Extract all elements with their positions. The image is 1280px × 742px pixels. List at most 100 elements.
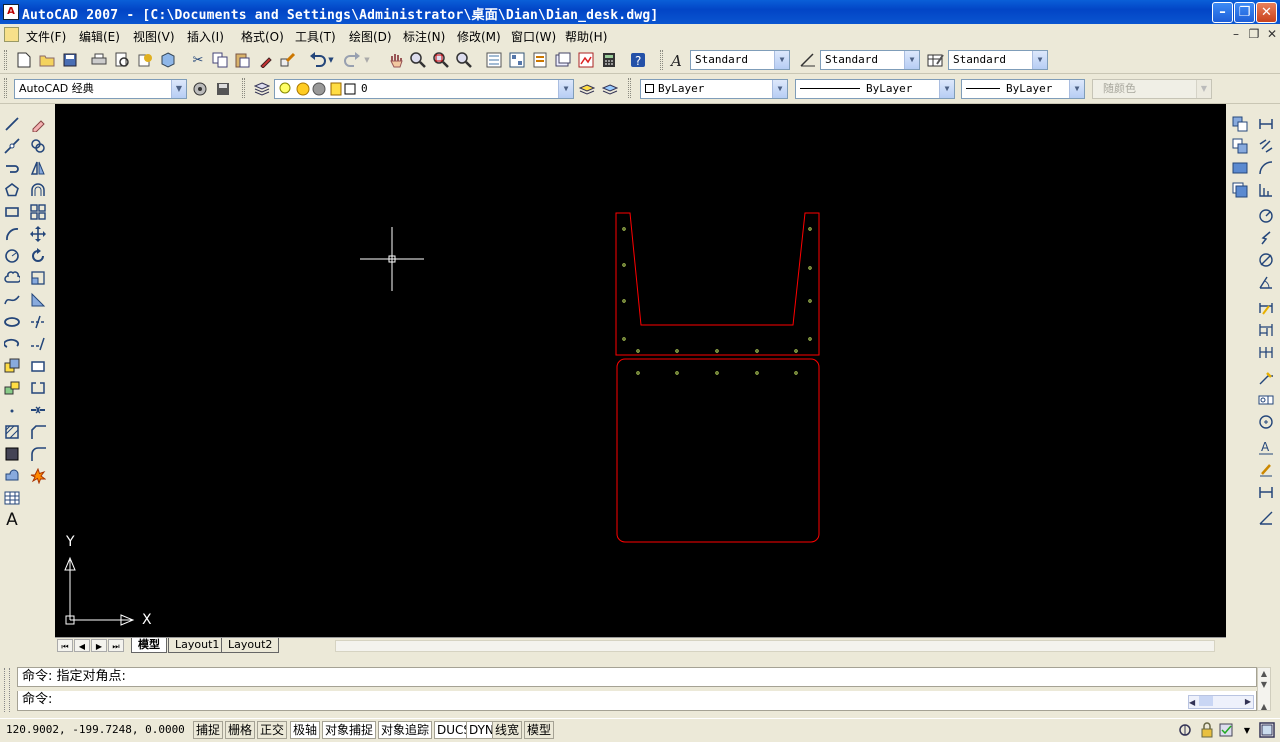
chevron-down-icon[interactable]: ▼ <box>558 80 573 98</box>
break-at-point-icon[interactable] <box>27 356 49 376</box>
annotation-icon[interactable] <box>1218 722 1236 738</box>
plot-icon[interactable] <box>89 50 109 70</box>
markup-icon[interactable] <box>576 50 596 70</box>
first-tab-icon[interactable]: ⏮ <box>57 639 73 652</box>
pan-icon[interactable] <box>386 50 406 70</box>
layer-manager-icon[interactable] <box>252 79 272 99</box>
tolerance-icon[interactable] <box>1255 390 1277 410</box>
menu-insert[interactable]: 插入(I) <box>187 28 224 45</box>
quick-dim-icon[interactable] <box>1255 298 1277 318</box>
bring-above-icon[interactable] <box>1229 158 1251 178</box>
make-object-layer-current-icon[interactable] <box>577 79 597 99</box>
plot-preview-icon[interactable] <box>112 50 132 70</box>
dim-style-icon[interactable] <box>798 50 818 70</box>
center-mark-icon[interactable] <box>1255 412 1277 432</box>
copy-object-icon[interactable] <box>27 136 49 156</box>
dim-style-select[interactable]: Standard ▼ <box>820 50 920 70</box>
multiline-text-icon[interactable]: A <box>1 510 23 530</box>
region-icon[interactable] <box>1 466 23 486</box>
restore-button[interactable]: ❐ <box>1234 2 1255 23</box>
diameter-dim-icon[interactable] <box>1255 250 1277 270</box>
chevron-down-icon[interactable]: ▼ <box>774 51 789 69</box>
match-properties-icon[interactable] <box>256 50 276 70</box>
sheet-set-icon[interactable] <box>553 50 573 70</box>
baseline-dim-icon[interactable] <box>1255 320 1277 340</box>
layer-previous-icon[interactable] <box>600 79 620 99</box>
insert-block-icon[interactable] <box>1 356 23 376</box>
horizontal-scrollbar[interactable] <box>335 640 1215 652</box>
send-to-back-icon[interactable] <box>1229 136 1251 156</box>
point-icon[interactable] <box>1 400 23 420</box>
zoom-window-icon[interactable] <box>431 50 451 70</box>
toolbar-grip[interactable] <box>628 78 631 98</box>
trim-icon[interactable] <box>27 312 49 332</box>
menu-modify[interactable]: 修改(M) <box>457 28 501 45</box>
document-icon[interactable] <box>4 27 19 42</box>
grid-toggle[interactable]: 栅格 <box>225 721 256 739</box>
continue-dim-icon[interactable] <box>1255 342 1277 362</box>
bring-to-front-icon[interactable] <box>1229 114 1251 134</box>
move-icon[interactable] <box>27 224 49 244</box>
text-style-icon[interactable]: A <box>668 50 688 70</box>
design-center-icon[interactable] <box>507 50 527 70</box>
drawing-canvas[interactable]: Y X <box>55 104 1226 637</box>
mirror-icon[interactable] <box>27 158 49 178</box>
workspace-save-icon[interactable] <box>213 79 233 99</box>
previous-tab-icon[interactable]: ◀ <box>74 639 90 652</box>
gradient-icon[interactable] <box>1 444 23 464</box>
menu-view[interactable]: 视图(V) <box>133 28 175 45</box>
construction-line-icon[interactable] <box>1 136 23 156</box>
minimize-button[interactable]: – <box>1212 2 1233 23</box>
array-icon[interactable] <box>27 202 49 222</box>
undo-icon[interactable] <box>308 50 328 70</box>
osnap-toggle[interactable]: 对象捕捉 <box>322 721 377 739</box>
toolbar-grip[interactable] <box>4 50 7 70</box>
command-vertical-scrollbar[interactable]: ▲ ▼ ▲ <box>1257 667 1271 711</box>
redo-dropdown-icon[interactable]: ▼ <box>362 50 372 70</box>
copy-icon[interactable] <box>210 50 230 70</box>
clean-screen-icon[interactable] <box>1258 721 1276 739</box>
new-icon[interactable] <box>14 50 34 70</box>
dim-update-icon[interactable] <box>1255 482 1277 502</box>
menu-window[interactable]: 窗口(W) <box>511 28 556 45</box>
ellipse-icon[interactable] <box>1 312 23 332</box>
arc-length-icon[interactable] <box>1255 158 1277 178</box>
chamfer-icon[interactable] <box>27 422 49 442</box>
quickcalc-icon[interactable] <box>599 50 619 70</box>
zoom-previous-icon[interactable] <box>454 50 474 70</box>
polygon-icon[interactable] <box>1 180 23 200</box>
tab-layout1[interactable]: Layout1 <box>168 638 227 653</box>
rectangle-icon[interactable] <box>1 202 23 222</box>
menu-dimension[interactable]: 标注(N) <box>403 28 445 45</box>
offset-icon[interactable] <box>27 180 49 200</box>
table-style-icon[interactable] <box>926 50 946 70</box>
last-tab-icon[interactable]: ⏭ <box>108 639 124 652</box>
chevron-down-icon[interactable]: ▼ <box>171 80 186 98</box>
toolbar-grip[interactable] <box>4 78 7 98</box>
jogged-dim-icon[interactable] <box>1255 228 1277 248</box>
spline-icon[interactable] <box>1 290 23 310</box>
workspace-select[interactable]: AutoCAD 经典 ▼ <box>14 79 187 99</box>
toolbar-grip[interactable] <box>242 78 245 98</box>
rotate-icon[interactable] <box>27 246 49 266</box>
revision-cloud-icon[interactable] <box>1 268 23 288</box>
next-tab-icon[interactable]: ▶ <box>91 639 107 652</box>
lineweight-toggle[interactable]: 线宽 <box>492 721 523 739</box>
command-horizontal-scrollbar[interactable]: ◀ ▶ <box>1188 695 1254 709</box>
chevron-down-icon[interactable]: ▼ <box>904 51 919 69</box>
save-icon[interactable] <box>60 50 80 70</box>
chevron-down-icon[interactable]: ▼ <box>1069 80 1084 98</box>
close-button[interactable]: ✕ <box>1256 2 1277 23</box>
3d-dwf-icon[interactable] <box>158 50 178 70</box>
snap-toggle[interactable]: 捕捉 <box>193 721 224 739</box>
block-editor-icon[interactable] <box>278 50 298 70</box>
autocad-app-icon[interactable]: A <box>3 4 19 20</box>
scale-icon[interactable] <box>27 268 49 288</box>
polyline-icon[interactable] <box>1 158 23 178</box>
color-control-select[interactable]: ByLayer ▼ <box>640 79 788 99</box>
extend-icon[interactable] <box>27 334 49 354</box>
properties-icon[interactable] <box>484 50 504 70</box>
zoom-realtime-icon[interactable] <box>408 50 428 70</box>
command-input[interactable]: 命令: <box>17 691 1257 711</box>
open-icon[interactable] <box>37 50 57 70</box>
